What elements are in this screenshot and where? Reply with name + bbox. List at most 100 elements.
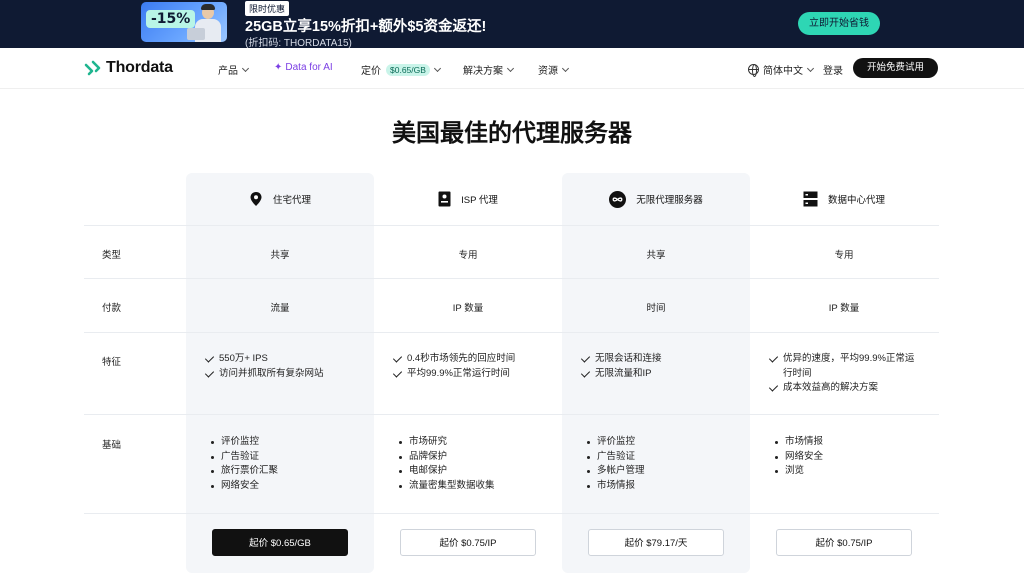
promo-title: 25GB立享15%折扣+额外$5资金返还!: [245, 19, 487, 35]
nav-data-for-ai[interactable]: ✦ Data for AI: [274, 62, 333, 73]
row-label-features: 特征: [102, 357, 122, 368]
feature-text-cont: 行时间: [783, 367, 812, 379]
payment-cell: 时间: [646, 303, 666, 314]
location-pin-icon: [250, 192, 262, 206]
row-label-payment: 付款: [102, 303, 122, 314]
basics-list-isp: 市场研究 品牌保护 电邮保护 流量密集型数据收集: [397, 435, 495, 493]
logo-text: Thordata: [106, 59, 173, 76]
basic-item: 市场情报: [773, 435, 823, 450]
pricing-tag: $0.65/GB: [386, 63, 430, 76]
free-trial-button[interactable]: 开始免费试用: [853, 58, 938, 78]
column-name: 住宅代理: [272, 195, 311, 206]
chevron-down-icon: [506, 64, 515, 72]
basic-item: 流量密集型数据收集: [397, 479, 495, 494]
nav-resources[interactable]: 资源: [538, 62, 570, 77]
feature-item: 550万+ IPS: [205, 352, 324, 367]
feature-item: 平均99.9%正常运行时间: [393, 367, 515, 382]
server-icon: [803, 191, 818, 207]
top-nav: Thordata 产品 ✦ Data for AI 定价 $0.65/GB 解决…: [0, 48, 1024, 89]
start-saving-button[interactable]: 立即开始省钱: [798, 12, 880, 35]
basic-item: 市场情报: [585, 479, 645, 494]
nav-solutions-label: 解决方案: [463, 66, 503, 77]
infinity-icon: [609, 190, 627, 208]
chevron-down-icon: [433, 64, 441, 72]
row-divider: [84, 278, 939, 279]
feature-text: 优异的速度，平均99.9%正常运: [783, 353, 915, 364]
features-list-unlimited: 无限会话和连接 无限流量和IP: [581, 352, 662, 381]
basic-item: 浏览: [773, 464, 823, 479]
payment-cell: 流量: [270, 303, 290, 314]
row-divider: [84, 513, 939, 514]
language-label: 简体中文: [763, 66, 803, 77]
basic-item: 旅行票价汇聚: [209, 464, 278, 479]
basic-item: 品牌保护: [397, 450, 495, 465]
language-selector[interactable]: 简体中文: [748, 62, 815, 77]
feature-item: 访问并抓取所有复杂网站: [205, 367, 324, 382]
price-button-residential[interactable]: 起价 $0.65/GB: [212, 529, 348, 556]
column-header-residential: 住宅代理: [186, 188, 374, 210]
type-cell: 专用: [458, 250, 478, 261]
features-list-isp: 0.4秒市场领先的回应时间 平均99.9%正常运行时间: [393, 352, 515, 381]
page-title: 美国最佳的代理服务器: [392, 120, 632, 147]
chevron-down-icon: [241, 64, 250, 72]
person-illustration: [187, 4, 221, 42]
sparkle-icon: ✦: [274, 62, 283, 73]
chevron-down-icon: [806, 64, 815, 72]
column-header-isp: ISP 代理: [374, 188, 562, 210]
features-list-residential: 550万+ IPS 访问并抓取所有复杂网站: [205, 352, 324, 381]
column-name: 数据中心代理: [827, 195, 885, 206]
nav-pricing[interactable]: 定价 $0.65/GB: [361, 62, 441, 77]
login-link[interactable]: 登录: [823, 62, 843, 77]
nav-pricing-label: 定价: [361, 66, 381, 77]
row-divider: [84, 414, 939, 415]
basics-list-residential: 评价监控 广告验证 旅行票价汇聚 网络安全: [209, 435, 278, 493]
price-button-unlimited[interactable]: 起价 $79.17/天: [588, 529, 724, 556]
nav-resources-label: 资源: [538, 66, 558, 77]
price-button-datacenter[interactable]: 起价 $0.75/IP: [776, 529, 912, 556]
column-name: 无限代理服务器: [636, 195, 703, 206]
promo-tag: 限时优惠: [245, 1, 290, 16]
nav-products[interactable]: 产品: [218, 62, 250, 77]
promo-subtitle: (折扣码: THORDATA15): [245, 38, 352, 49]
price-button-isp[interactable]: 起价 $0.75/IP: [400, 529, 536, 556]
row-divider: [84, 332, 939, 333]
row-label-basics: 基础: [102, 440, 122, 451]
column-header-datacenter: 数据中心代理: [750, 188, 938, 210]
type-cell: 专用: [834, 250, 854, 261]
basic-item: 市场研究: [397, 435, 495, 450]
row-label-type: 类型: [102, 250, 122, 261]
nav-data-for-ai-label: Data for AI: [285, 62, 333, 73]
feature-item: 无限会话和连接: [581, 352, 662, 367]
basic-item: 电邮保护: [397, 464, 495, 479]
feature-item: 成本效益高的解决方案: [769, 381, 929, 396]
payment-cell: IP 数量: [828, 303, 860, 314]
basic-item: 评价监控: [209, 435, 278, 450]
nav-products-label: 产品: [218, 66, 238, 77]
basic-item: 广告验证: [209, 450, 278, 465]
basic-item: 多帐户管理: [585, 464, 645, 479]
chevron-down-icon: [561, 64, 570, 72]
row-divider: [84, 225, 939, 226]
column-name: ISP 代理: [461, 195, 498, 206]
basics-list-datacenter: 市场情报 网络安全 浏览: [773, 435, 823, 479]
promo-image: -15%: [141, 2, 227, 42]
features-list-datacenter: 优异的速度，平均99.9%正常运 行时间 成本效益高的解决方案: [769, 352, 929, 396]
feature-item: 无限流量和IP: [581, 367, 662, 382]
id-card-icon: [438, 191, 451, 207]
nav-solutions[interactable]: 解决方案: [463, 62, 515, 77]
type-cell: 共享: [646, 250, 666, 261]
type-cell: 共享: [270, 250, 290, 261]
feature-item: 0.4秒市场领先的回应时间: [393, 352, 515, 367]
column-header-unlimited: 无限代理服务器: [562, 188, 750, 210]
logo[interactable]: Thordata: [84, 59, 173, 77]
globe-icon: [748, 64, 759, 77]
promo-banner: -15% 限时优惠 25GB立享15%折扣+额外$5资金返还! (折扣码: TH…: [0, 0, 1024, 49]
discount-badge: -15%: [146, 10, 196, 28]
basic-item: 网络安全: [209, 479, 278, 494]
basic-item: 广告验证: [585, 450, 645, 465]
basic-item: 网络安全: [773, 450, 823, 465]
feature-item: 优异的速度，平均99.9%正常运 行时间: [769, 352, 929, 381]
basic-item: 评价监控: [585, 435, 645, 450]
thordata-logo-icon: [84, 60, 101, 76]
basics-list-unlimited: 评价监控 广告验证 多帐户管理 市场情报: [585, 435, 645, 493]
